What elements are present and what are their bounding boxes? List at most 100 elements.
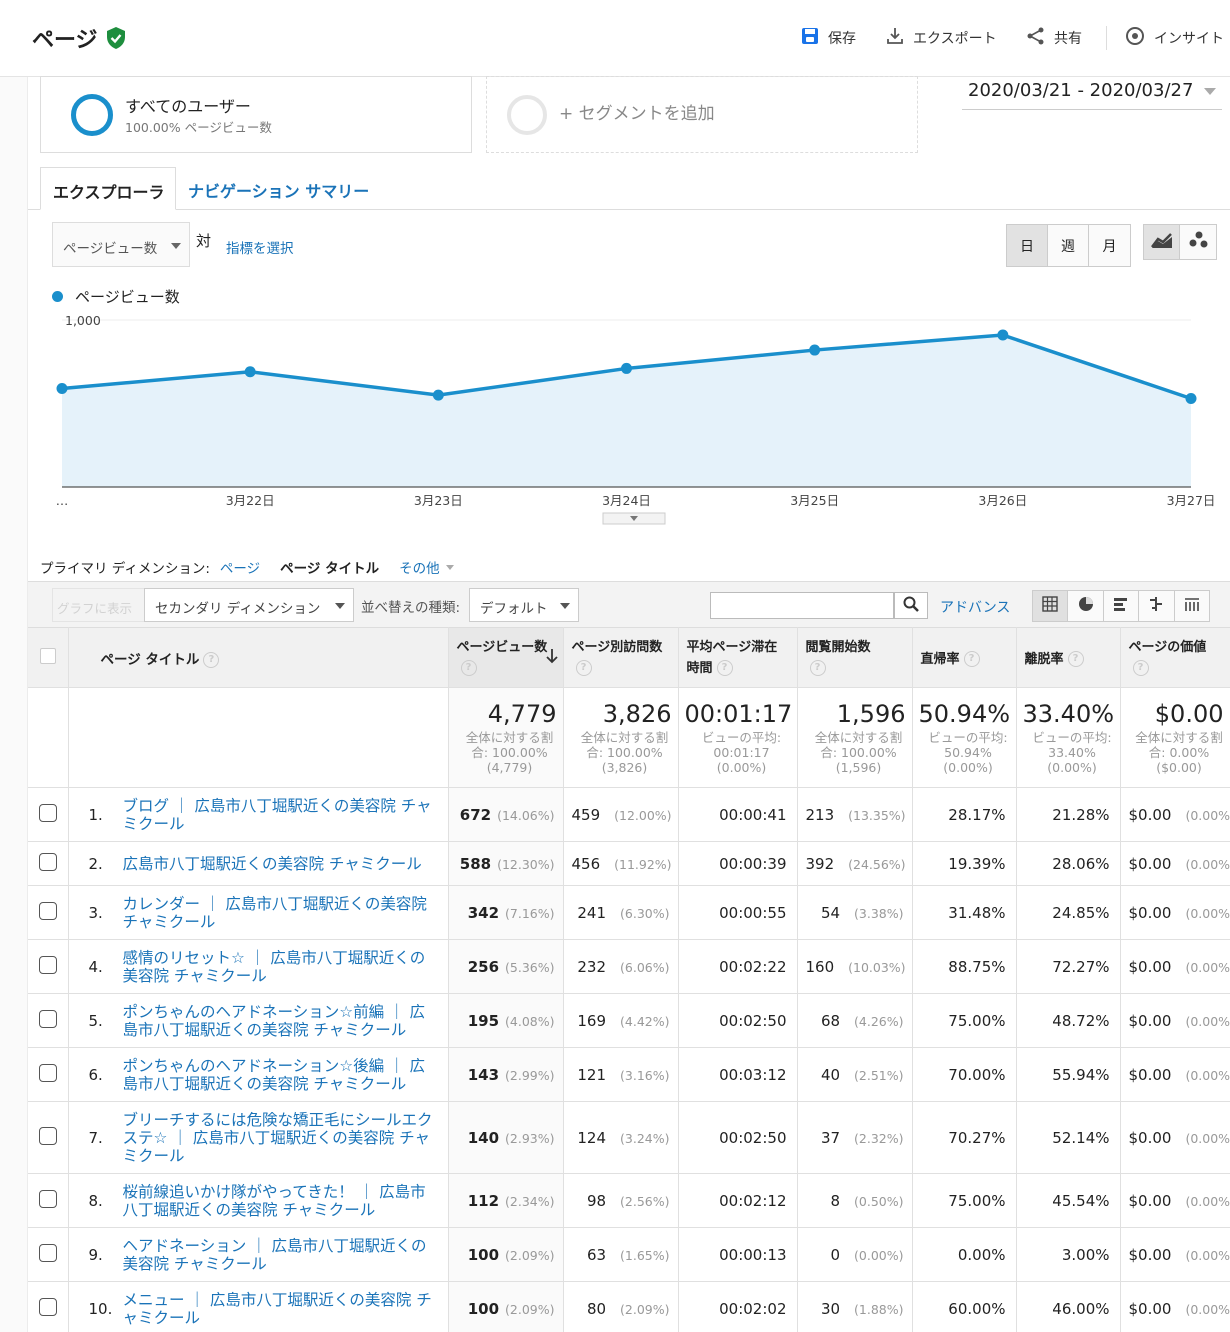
comparison-view-button[interactable] bbox=[1139, 591, 1175, 621]
performance-view-button[interactable] bbox=[1104, 591, 1140, 621]
page-value-value: $0.00 bbox=[1128, 1065, 1172, 1084]
column-header-unique-pageviews[interactable]: ページ別訪問数? bbox=[563, 627, 679, 688]
unique-pageviews-percent: (3.16%) bbox=[620, 1067, 670, 1083]
save-button[interactable]: 保存 bbox=[800, 26, 856, 50]
page-title-link[interactable]: ポンちゃんのヘアドネーション☆前編 ｜ 広島市八丁堀駅近くの美容院 チャミクール bbox=[123, 1003, 438, 1039]
table-search-input[interactable] bbox=[710, 592, 894, 619]
add-segment-button[interactable]: + セグメントを追加 bbox=[486, 76, 918, 153]
pageviews-percent: (2.99%) bbox=[505, 1067, 555, 1083]
metric-select[interactable]: ページビュー数 bbox=[52, 222, 190, 267]
pivot-view-button[interactable] bbox=[1175, 591, 1209, 621]
column-header-page-value[interactable]: ページの価値? bbox=[1120, 627, 1230, 688]
date-range-picker[interactable]: 2020/03/21 - 2020/03/27 bbox=[962, 80, 1222, 110]
page-title-link[interactable]: ヘアドネーション ｜ 広島市八丁堀駅近くの美容院 チャミクール bbox=[123, 1237, 438, 1273]
page-value-value: $0.00 bbox=[1128, 805, 1172, 824]
choose-metric-link[interactable]: 指標を選択 bbox=[226, 237, 294, 257]
export-button[interactable]: エクスポート bbox=[885, 26, 997, 50]
verified-shield-icon bbox=[106, 26, 126, 54]
insights-icon bbox=[1124, 25, 1146, 51]
insights-button[interactable]: インサイト bbox=[1124, 26, 1224, 50]
select-all-checkbox[interactable] bbox=[39, 647, 56, 664]
help-icon[interactable]: ? bbox=[809, 660, 826, 676]
page-value-cell: $0.00 (0.00%) bbox=[1120, 841, 1230, 886]
help-icon[interactable]: ? bbox=[460, 660, 477, 676]
dimension-page-title[interactable]: ページ タイトル bbox=[280, 557, 379, 577]
granularity-month-button[interactable]: 月 bbox=[1089, 225, 1130, 266]
totals-exit-rate: 33.40% ビューの平均: 33.40% (0.00%) bbox=[1016, 687, 1121, 788]
row-checkbox[interactable] bbox=[38, 901, 57, 920]
column-header-pageviews[interactable]: ページビュー数? bbox=[448, 627, 564, 688]
page-title-link[interactable]: 感情のリセット☆ ｜ 広島市八丁堀駅近くの美容院 チャミクール bbox=[123, 949, 438, 985]
page-title-cell: 1. ブログ ｜ 広島市八丁堀駅近くの美容院 チャミクール bbox=[68, 787, 449, 842]
pageviews-value: 143 bbox=[467, 1065, 500, 1084]
row-checkbox[interactable] bbox=[38, 1189, 57, 1208]
dimension-other-link[interactable]: その他 bbox=[399, 557, 440, 577]
row-checkbox[interactable] bbox=[38, 1243, 57, 1262]
help-icon[interactable]: ? bbox=[963, 651, 980, 668]
advanced-filter-link[interactable]: アドバンス bbox=[940, 597, 1010, 617]
page-value-percent: (0.00%) bbox=[1185, 856, 1230, 872]
help-icon[interactable]: ? bbox=[1067, 651, 1084, 668]
totals-value: $0.00 bbox=[1154, 700, 1224, 728]
row-checkbox[interactable] bbox=[38, 852, 57, 871]
help-icon[interactable]: ? bbox=[575, 660, 592, 676]
help-icon[interactable]: ? bbox=[716, 660, 733, 676]
unique-pageviews-value: 459 bbox=[571, 805, 601, 824]
page-value-value: $0.00 bbox=[1128, 1191, 1172, 1210]
tab-explorer[interactable]: エクスプローラ bbox=[40, 167, 176, 210]
pie-view-button[interactable] bbox=[1068, 591, 1104, 621]
entrances-cell: 8 (0.50%) bbox=[797, 1173, 913, 1228]
row-checkbox[interactable] bbox=[38, 955, 57, 974]
row-checkbox-cell bbox=[28, 1101, 69, 1174]
row-checkbox-cell bbox=[28, 787, 69, 842]
share-button[interactable]: 共有 bbox=[1026, 26, 1082, 50]
motion-chart-button[interactable] bbox=[1180, 225, 1216, 259]
pageviews-cell: 672 (14.06%) bbox=[448, 787, 564, 842]
tab-navigation-summary[interactable]: ナビゲーション サマリー bbox=[188, 178, 369, 202]
page-title-link[interactable]: メニュー ｜ 広島市八丁堀駅近くの美容院 チャミクール bbox=[123, 1291, 438, 1327]
toolbar-divider bbox=[1106, 26, 1107, 50]
column-header-entrances[interactable]: 閲覧開始数? bbox=[797, 627, 913, 688]
segment-subtitle: 100.00% ページビュー数 bbox=[125, 120, 272, 135]
row-checkbox[interactable] bbox=[38, 1009, 57, 1028]
line-chart-button[interactable] bbox=[1144, 225, 1181, 259]
table-view-button[interactable] bbox=[1033, 591, 1069, 621]
unique-pageviews-cell: 459 (12.00%) bbox=[563, 787, 679, 842]
exit-rate-cell: 48.72% bbox=[1016, 993, 1121, 1048]
row-checkbox[interactable] bbox=[38, 1126, 57, 1145]
page-title: ページ bbox=[32, 28, 98, 53]
unique-pageviews-value: 98 bbox=[586, 1191, 607, 1210]
help-icon[interactable]: ? bbox=[1132, 660, 1149, 676]
search-button[interactable] bbox=[894, 592, 928, 619]
page-title-link[interactable]: カレンダー ｜ 広島市八丁堀駅近くの美容院 チャミクール bbox=[123, 895, 438, 931]
column-header-label: ページ タイトル bbox=[100, 651, 200, 668]
secondary-dimension-select[interactable]: セカンダリ ディメンション bbox=[144, 588, 354, 622]
column-header-page-title[interactable]: ページ タイトル? bbox=[68, 627, 449, 688]
series-area bbox=[62, 335, 1191, 487]
page-title-link[interactable]: 桜前線追いかけ隊がやってきた！ ｜ 広島市八丁堀駅近くの美容院 チャミクール bbox=[123, 1183, 438, 1219]
row-checkbox[interactable] bbox=[38, 1297, 57, 1316]
sort-type-select[interactable]: デフォルト bbox=[469, 588, 579, 622]
dimension-page-link[interactable]: ページ bbox=[220, 557, 260, 577]
segment-all-users[interactable]: すべてのユーザー 100.00% ページビュー数 bbox=[40, 76, 472, 153]
unique-pageviews-cell: 456 (11.92%) bbox=[563, 841, 679, 886]
page-title-link[interactable]: 広島市八丁堀駅近くの美容院 チャミクール bbox=[123, 855, 422, 873]
totals-value: 1,596 bbox=[836, 700, 906, 728]
legend-label: ページビュー数 bbox=[75, 288, 180, 306]
sort-type-value: デフォルト bbox=[480, 601, 548, 617]
page-title-link[interactable]: ブログ ｜ 広島市八丁堀駅近くの美容院 チャミクール bbox=[123, 797, 438, 833]
page-title-link[interactable]: ポンちゃんのヘアドネーション☆後編 ｜ 広島市八丁堀駅近くの美容院 チャミクール bbox=[123, 1057, 438, 1093]
row-checkbox[interactable] bbox=[38, 803, 57, 822]
help-icon[interactable]: ? bbox=[203, 651, 220, 668]
exit-rate-cell: 45.54% bbox=[1016, 1173, 1121, 1228]
pageviews-cell: 256 (5.36%) bbox=[448, 939, 564, 994]
page-title-link[interactable]: ブリーチするには危険な矯正毛にシールエクステ☆ ｜ 広島市八丁堀駅近くの美容院 … bbox=[123, 1111, 438, 1165]
entrances-percent: (4.26%) bbox=[854, 1013, 904, 1029]
column-header-exit-rate[interactable]: 離脱率? bbox=[1016, 627, 1121, 688]
column-header-avg-time[interactable]: 平均ページ滞在時間? bbox=[678, 627, 798, 688]
column-header-bounce-rate[interactable]: 直帰率? bbox=[912, 627, 1017, 688]
granularity-day-button[interactable]: 日 bbox=[1007, 225, 1048, 266]
granularity-week-button[interactable]: 週 bbox=[1048, 225, 1089, 266]
legend-swatch bbox=[52, 291, 63, 302]
row-checkbox[interactable] bbox=[38, 1063, 57, 1082]
